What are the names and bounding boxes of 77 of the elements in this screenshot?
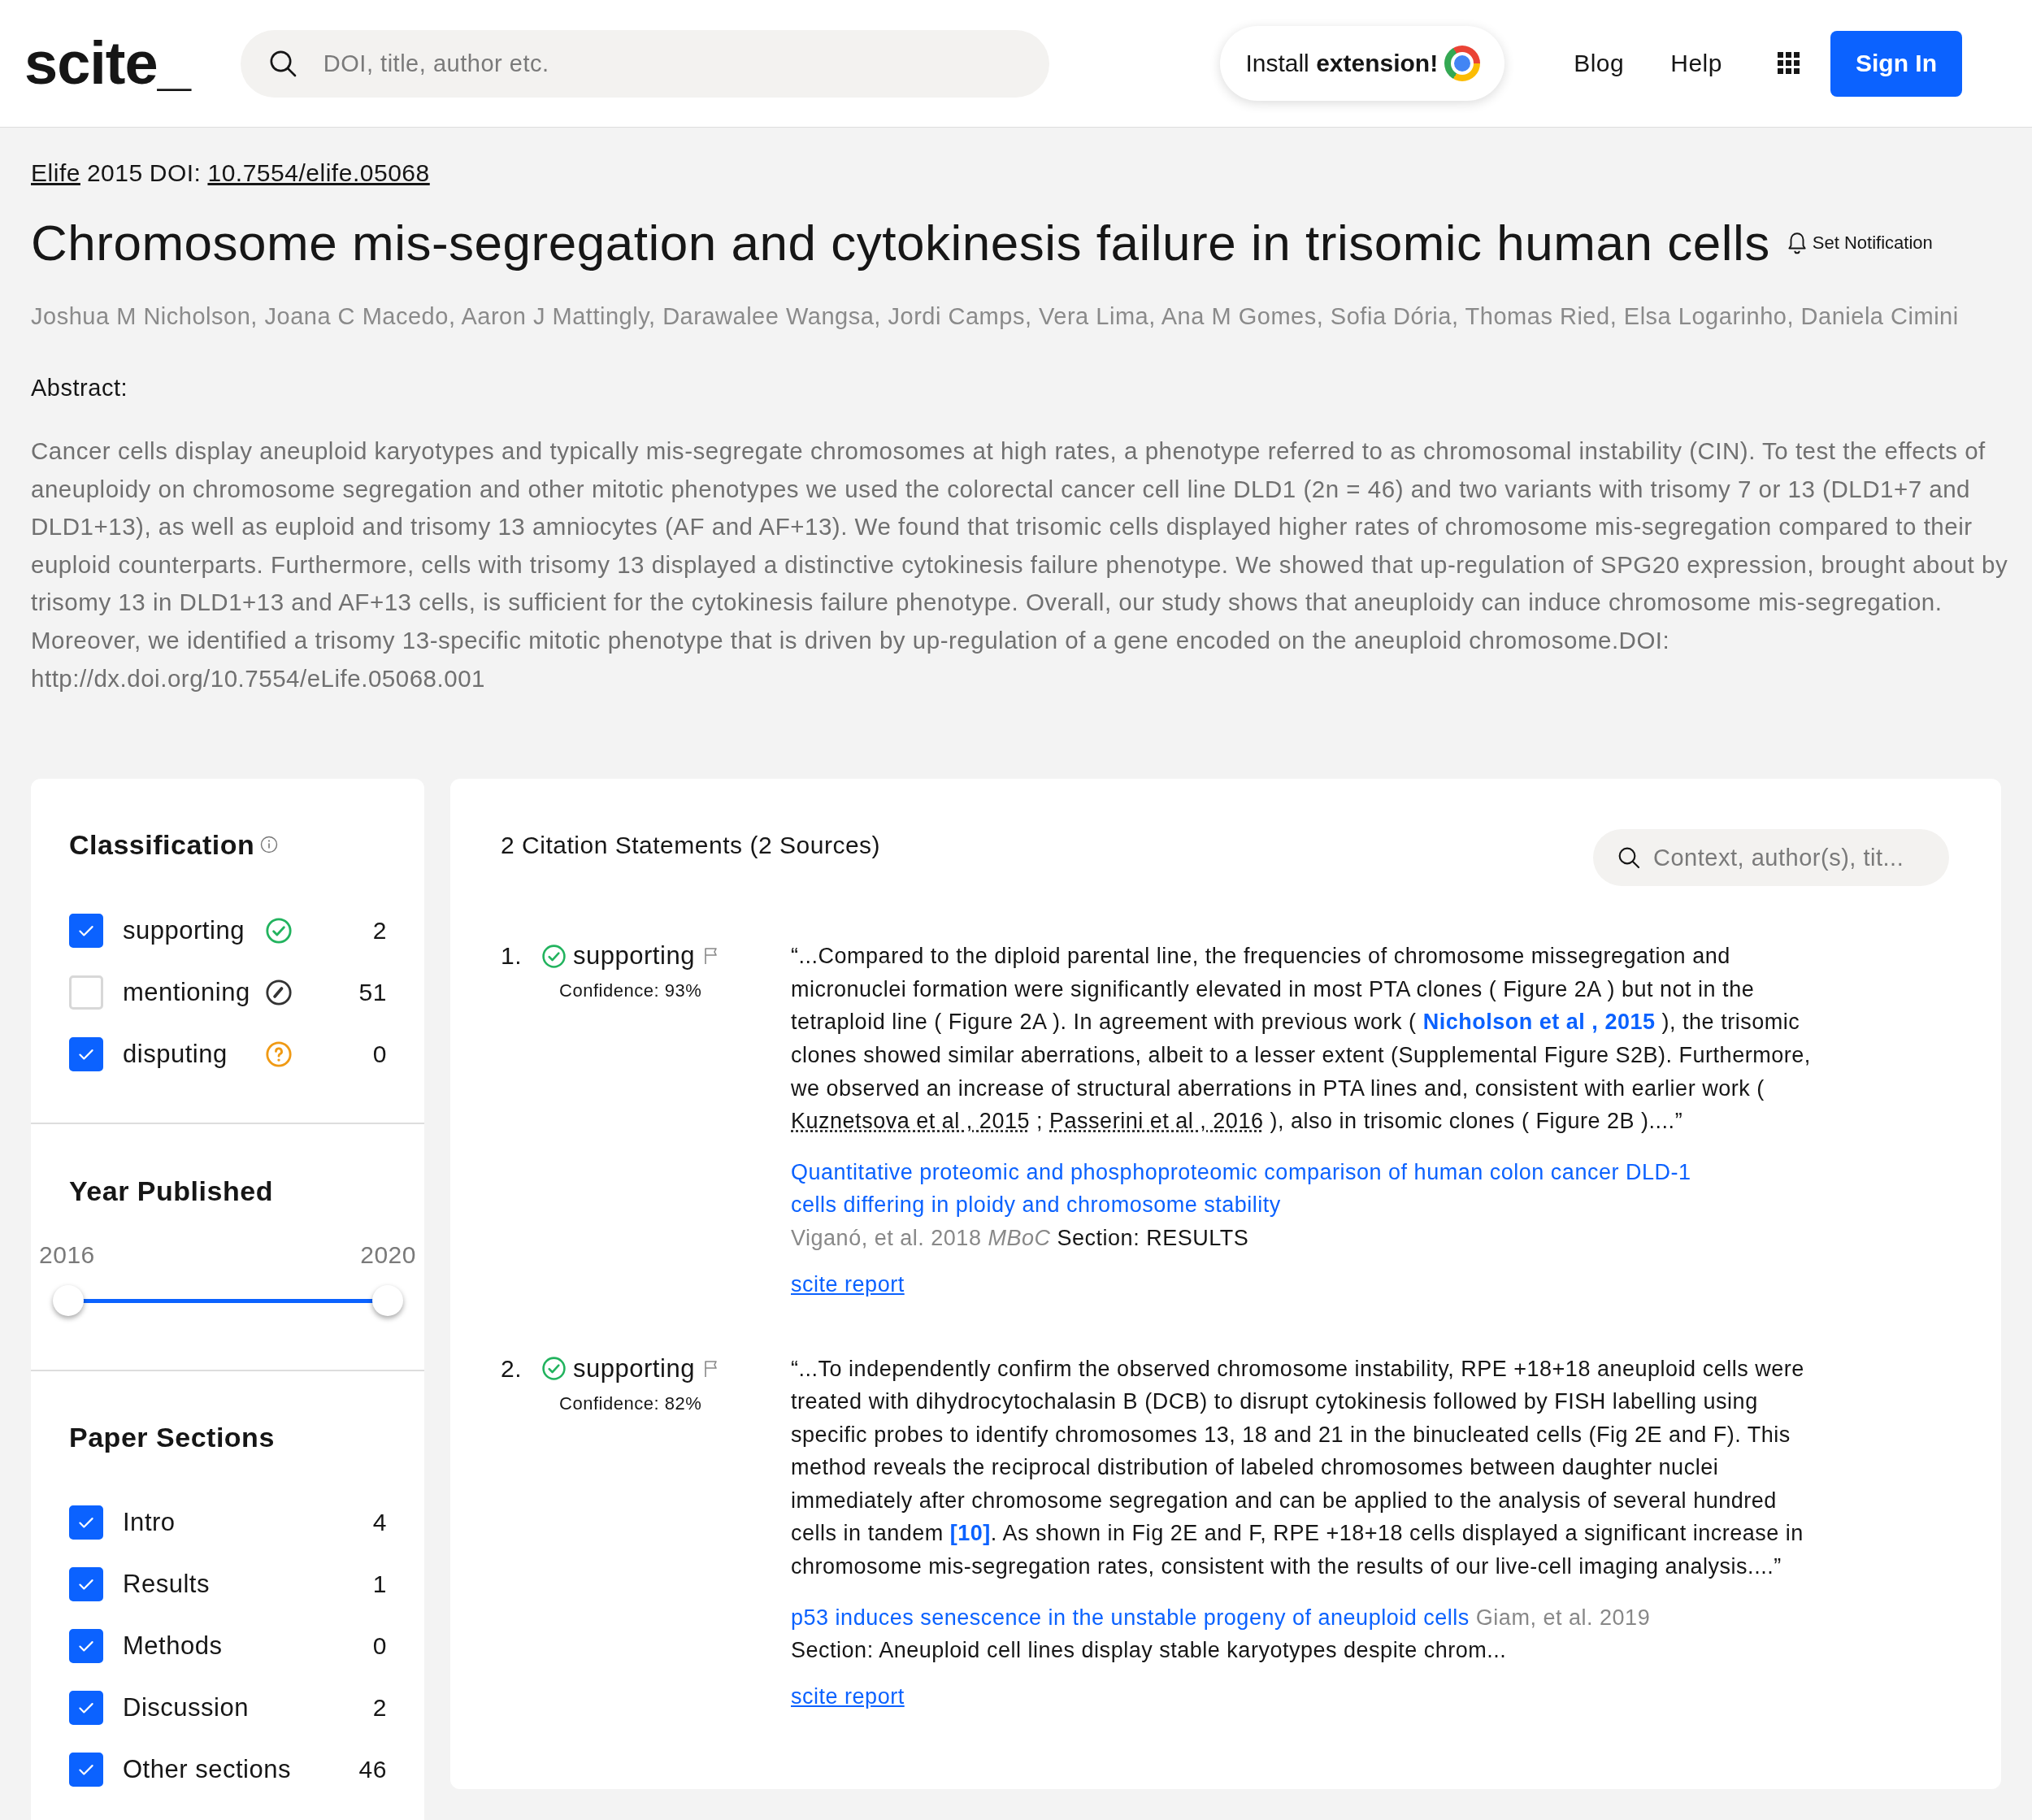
slider-thumb[interactable] [372, 1285, 403, 1317]
nav-link[interactable]: Help [1670, 50, 1722, 77]
filter-count: 51 [358, 979, 387, 1007]
browser-logo-icon [1444, 46, 1481, 81]
confidence-score: Confidence: 93% [559, 980, 703, 1002]
year-max-label: 2020 [360, 1240, 416, 1271]
checkbox[interactable] [69, 1753, 103, 1787]
paper-title: Chromosome mis-segregation and cytokinesis failure in trisomic human cells [31, 214, 1770, 272]
filter-count: 46 [358, 1756, 387, 1784]
filter-label: Results [123, 1570, 211, 1600]
filter-label: mentioning [123, 978, 251, 1008]
filter-label: Discussion [123, 1693, 250, 1723]
filter-label: disputing [123, 1040, 228, 1070]
filter-count: 0 [372, 1632, 387, 1661]
apps-grid-icon[interactable] [1778, 52, 1800, 75]
source-section: Section: Aneuploid cell lines display stable karyotypes despite chrom... [791, 1634, 1507, 1667]
filter-label: Other sections [123, 1755, 292, 1785]
check-circle-icon [265, 917, 293, 945]
search-field[interactable]: DOI, title, author etc. [240, 29, 1049, 98]
checkbox[interactable] [69, 914, 103, 949]
journal-link[interactable]: Elife [31, 157, 80, 189]
source-paper-link[interactable]: p53 induces senescence in the unstable progeny of aneuploid cells [791, 1601, 1470, 1635]
citation-link[interactable]: Nicholson et al , 2015 [1422, 1010, 1656, 1035]
filter-count: 0 [372, 1040, 387, 1069]
citation-link[interactable]: [10] [949, 1521, 991, 1546]
filter-count: 2 [372, 917, 387, 945]
slash-circle-icon [265, 979, 293, 1007]
filter-label: Intro [123, 1508, 176, 1538]
source-section: Section: RESULTS [1057, 1221, 1249, 1255]
set-notification-button[interactable]: Set Notification [1786, 231, 1933, 255]
citation-quote: “...To independently confirm the observed chromosome instability, RPE +18+18 aneuploid cells were treated with dihydrocytochalasin B (DCB) to disrupt cytokinesis followed by FISH labelling using specific probes to identify chromosomes 13, 18 and 21 in the binucleated cells (Fig 2E and F). This method reveals the reciprocal distribution of labeled chromosomes between daughter nuclei immediately after chromosome segregation and can be applied to the analysis of several hundred cells in tandem [10]. As shown in Fig 2E and F, RPE +18+18 cells displayed a significant increase in chromosome mis-segregation rates, consistent with the results of our live-cell imaging analysis....” [791, 1355, 1805, 1581]
checkbox[interactable] [69, 1037, 103, 1072]
abstract-label: Abstract: [31, 374, 129, 402]
citation-count-heading: 2 Citation Statements (2 Sources) [501, 831, 881, 861]
filter-heading: Paper Sections [69, 1421, 276, 1455]
bell-icon [1786, 231, 1808, 255]
question-circle-icon [265, 1040, 293, 1069]
filter-count: 1 [372, 1570, 387, 1599]
doi-link[interactable]: 10.7554/elife.05068 [207, 157, 430, 189]
filter-label: Methods [123, 1631, 224, 1661]
doi-label: DOI: [149, 159, 202, 188]
citation-number: 2. [501, 1354, 523, 1383]
abstract-text: Cancer cells display aneuploid karyotypes and typically mis-segregate chromosomes at high rates, a phenotype referred to as chromosomal instability (CIN). To test the effects of aneuploidy on chromosome segregation and other mitotic phenotypes we used the colorectal cancer cell line DLD1 (2n = 46) and two variants with trisomy 7 or 13 (DLD1+7 and DLD1+13), as well as euploid and trisomy 13 amniocytes (AF and AF+13). We found that trisomic cells displayed higher rates of chromosome mis-segregation compared to their euploid counterparts. Furthermore, cells with trisomy 13 displayed a distinctive cytokinesis failure phenotype. We showed that up-regulation of SPG20 expression, brought about by trisomy 13 in DLD1+13 and AF+13 cells, is sufficient for the cytokinesis failure phenotype. Overall, our study shows that aneuploidy can induce chromosome mis-segregation. Moreover, we identified a trisomy 13-specific mitotic phenotype that is driven by up-regulation of a gene encoded on the aneuploid chromosome.DOI: http://dx.doi.org/10.7554/eLife.05068.001 [31, 437, 2009, 693]
filter-count: 4 [372, 1509, 387, 1537]
checkbox[interactable] [69, 1567, 103, 1602]
checkbox[interactable] [69, 1505, 103, 1540]
sign-in-button[interactable]: Sign In [1830, 30, 1962, 97]
check-circle-icon [541, 943, 567, 969]
source-paper-link[interactable]: Quantitative proteomic and phosphoproteomic comparison of human colon cancer DLD-1 cells differing in ploidy and chromosome stability [791, 1155, 1734, 1222]
year-min-label: 2016 [39, 1240, 95, 1271]
scite-report-link[interactable]: scite report [791, 1679, 905, 1713]
install-extension-button[interactable]: Install extension! [1220, 26, 1505, 101]
source-journal: MBoC [988, 1224, 1051, 1252]
classification-label: supporting [573, 1353, 695, 1383]
citation-search-field[interactable]: Context, author(s), tit... [1593, 829, 1949, 887]
check-circle-icon [541, 1356, 567, 1381]
filter-heading: Year Published [68, 1175, 274, 1209]
slider-thumb[interactable] [53, 1285, 84, 1317]
site-logo[interactable]: scite_ [24, 33, 190, 93]
source-authors: Viganó, et al. 2018 [791, 1224, 982, 1252]
filter-heading: Classification [69, 828, 255, 862]
checkbox[interactable] [69, 1629, 103, 1664]
classification-label: supporting [573, 941, 695, 971]
source-authors: Giam, et al. 2019 [1475, 1604, 1651, 1631]
citation-quote: “...Compared to the diploid parental line, the frequencies of chromosome missegregation and micronuclei formation were significantly elevated in most PTA clones ( Figure 2A ) but not in the tetraploid line ( Figure 2A ). In agreement with previous work ( Nicholson et al , 2015 ), the trisomic clones showed similar aberrations, albeit to a lesser extent (Supplemental Figure S2B). Furthermore, we observed an increase of structural aberrations in PTA lines and, consistent with earlier work ( Kuznetsova et al , 2015 ; Passerini et al , 2016 ), also in trisomic clones ( Figure 2B )....” [791, 943, 1812, 1136]
citation-number: 1. [501, 942, 523, 971]
reference-link[interactable]: Kuznetsova et al , 2015 [791, 1109, 1030, 1134]
publication-year: 2015 [86, 159, 143, 188]
filter-label: supporting [123, 916, 245, 946]
info-icon[interactable] [259, 835, 280, 855]
confidence-score: Confidence: 82% [559, 1392, 703, 1414]
nav-link[interactable]: Blog [1574, 50, 1625, 77]
scite-report-link[interactable]: scite report [791, 1267, 905, 1301]
checkbox[interactable] [69, 1691, 103, 1726]
author-list: Joshua M Nicholson, Joana C Macedo, Aaron J Mattingly, Darawalee Wangsa, Jordi Camps, Vera Lima, Ana M Gomes, Sofia Dória, Thomas Ried, Elsa Logarinho, Daniela Cimini [31, 300, 2001, 332]
filter-count: 2 [372, 1694, 387, 1722]
reference-link[interactable]: Passerini et al , 2016 [1049, 1109, 1264, 1134]
